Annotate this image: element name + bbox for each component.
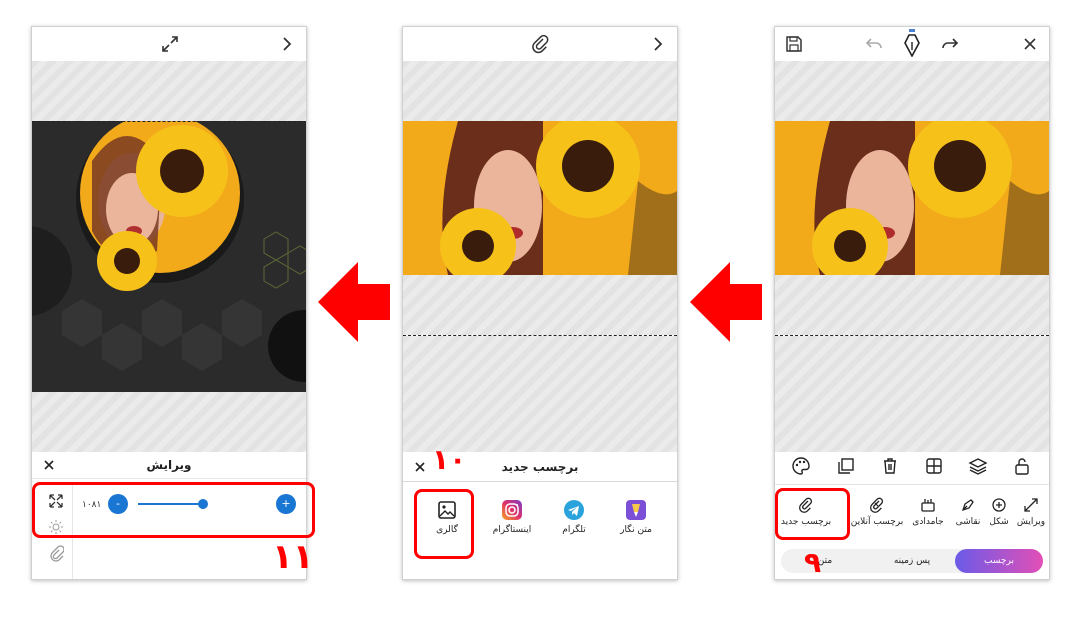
sunflower-portrait-image — [403, 121, 677, 275]
forward-icon[interactable] — [647, 33, 669, 55]
tab-background[interactable]: پس زمینه — [869, 549, 955, 573]
source-text-writer-button[interactable]: متن نگار — [603, 499, 669, 535]
plus-circle-icon — [992, 498, 1006, 512]
sunflower-portrait-image — [775, 121, 1049, 275]
canvas-margin-top — [403, 61, 677, 121]
grid-icon[interactable] — [924, 456, 944, 480]
unlock-icon[interactable] — [1012, 456, 1032, 480]
source-label: متن نگار — [620, 525, 652, 535]
canvas-margin-top — [32, 61, 306, 121]
tool-label: برچسب آنلاین — [850, 517, 904, 527]
toolbar-divider — [775, 484, 1049, 485]
canvas-area — [403, 275, 677, 335]
tab-text[interactable]: متن — [781, 549, 869, 573]
top-bar — [403, 27, 677, 61]
tool-painting-button[interactable]: نقاشی — [951, 497, 985, 527]
fullscreen-icon[interactable] — [159, 33, 181, 55]
flow-arrow-left-2 — [690, 262, 762, 342]
canvas-photo[interactable] — [403, 121, 677, 275]
tool-online-sticker-button[interactable]: برچسب آنلاین — [847, 497, 907, 527]
pencil-case-icon — [921, 499, 935, 512]
top-bar — [775, 27, 1049, 61]
tool-edit-button[interactable]: ویرایش — [1013, 497, 1049, 527]
tool-label: جامدادی — [912, 517, 944, 527]
step-number-11: ۱۱ — [272, 537, 314, 577]
source-instagram-button[interactable]: اینستاگرام — [477, 499, 547, 535]
close-icon[interactable] — [413, 459, 427, 478]
text-pen-icon — [626, 500, 646, 520]
edit-sheet-title: ویرایش — [146, 458, 192, 472]
canvas-area — [775, 275, 1049, 335]
highlight-box-gallery — [414, 489, 474, 559]
paperclip-icon[interactable] — [48, 545, 65, 567]
instagram-icon — [502, 500, 522, 520]
duplicate-icon[interactable] — [836, 456, 856, 480]
expand-icon — [1024, 498, 1038, 512]
layer-toolbar — [775, 452, 1049, 482]
source-label: تلگرام — [562, 525, 586, 535]
canvas-photo[interactable] — [775, 121, 1049, 275]
forward-icon[interactable] — [276, 33, 298, 55]
pen-tool-icon[interactable] — [901, 29, 923, 58]
source-label: اینستاگرام — [492, 525, 532, 535]
tool-pencil-case-button[interactable]: جامدادی — [905, 497, 951, 527]
close-icon[interactable] — [42, 457, 56, 476]
tool-label: شکل — [989, 517, 1009, 527]
top-bar — [32, 27, 306, 61]
save-icon[interactable] — [783, 33, 805, 55]
tool-label: ویرایش — [1016, 517, 1046, 527]
trash-icon[interactable] — [880, 456, 900, 480]
step-number-9: ۹ — [804, 546, 822, 579]
dark-hexagon-background — [32, 121, 306, 392]
source-telegram-button[interactable]: تلگرام — [543, 499, 605, 535]
tool-label: نقاشی — [955, 517, 981, 527]
undo-icon[interactable] — [863, 33, 885, 55]
selection-outline-top — [32, 121, 306, 122]
canvas-margin-bottom — [32, 392, 306, 452]
edit-sheet-header: ویرایش — [32, 452, 306, 479]
layers-icon[interactable] — [968, 456, 988, 480]
paperclip-online-icon — [870, 497, 884, 513]
flow-arrow-left-1 — [318, 262, 390, 342]
canvas-background[interactable] — [32, 121, 306, 392]
redo-icon[interactable] — [939, 33, 961, 55]
canvas-margin-bottom — [775, 336, 1049, 452]
close-icon[interactable] — [1019, 33, 1041, 55]
pen-nib-icon — [961, 499, 974, 512]
telegram-icon — [564, 500, 584, 520]
highlight-box-new-sticker — [775, 488, 850, 540]
step-number-10: ۱۰ — [432, 443, 467, 476]
paperclip-icon[interactable] — [529, 33, 551, 55]
highlight-box-slider — [32, 482, 315, 538]
canvas-margin-top — [775, 61, 1049, 121]
tool-shape-button[interactable]: شکل — [985, 497, 1013, 527]
palette-icon[interactable] — [791, 456, 811, 480]
canvas-margin-bottom — [403, 336, 677, 452]
tab-sticker[interactable]: برچسب — [955, 549, 1043, 573]
